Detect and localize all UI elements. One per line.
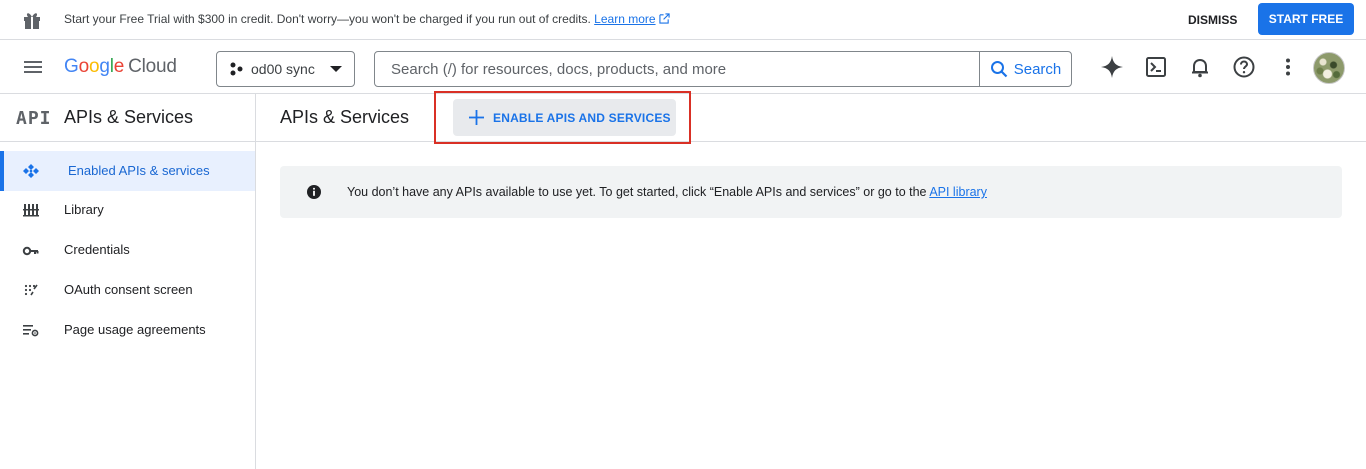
notifications-bell-icon[interactable]: [1188, 55, 1212, 79]
enable-apis-label: ENABLE APIS AND SERVICES: [493, 111, 671, 125]
page-title: APIs & Services: [280, 107, 410, 127]
menu-icon[interactable]: [22, 57, 44, 77]
enabled-apis-icon: [23, 164, 39, 178]
sidebar-item-library[interactable]: Library: [0, 190, 255, 230]
chevron-down-icon: [330, 66, 342, 72]
info-banner: You don’t have any APIs available to use…: [280, 166, 1342, 218]
gemini-sparkle-icon[interactable]: [1100, 55, 1124, 79]
sidebar-item-enabled-apis[interactable]: Enabled APIs & services: [0, 151, 255, 191]
search-button-label: Search: [1013, 60, 1062, 78]
info-icon: [307, 185, 321, 199]
sidebar-item-oauth-consent[interactable]: OAuth consent screen: [0, 270, 255, 310]
sidebar-header: API APIs & Services: [0, 94, 255, 142]
sidebar-item-label: Enabled APIs & services: [68, 163, 210, 178]
search-icon: [990, 61, 1008, 78]
sidebar: API APIs & Services Enabled APIs & servi…: [0, 94, 256, 469]
google-cloud-logo[interactable]: Google Cloud: [64, 56, 177, 78]
api-library-link[interactable]: API library: [929, 185, 987, 199]
key-icon: [22, 246, 39, 256]
top-header: Google Cloud od00 sync Search: [0, 41, 1366, 94]
project-icon: [230, 62, 243, 76]
more-vert-icon[interactable]: [1276, 55, 1300, 79]
search-input[interactable]: [375, 52, 979, 86]
project-name: od00 sync: [251, 61, 315, 77]
learn-more-link[interactable]: Learn more: [594, 12, 655, 26]
help-icon[interactable]: [1232, 55, 1256, 79]
settings-list-icon: [23, 325, 39, 337]
gift-icon: [24, 13, 40, 29]
promo-bar: Start your Free Trial with $300 in credi…: [0, 0, 1366, 40]
sidebar-item-label: OAuth consent screen: [64, 282, 193, 297]
sidebar-item-label: Credentials: [64, 242, 130, 257]
project-selector[interactable]: od00 sync: [216, 51, 355, 87]
external-link-icon: [658, 13, 670, 24]
sidebar-item-label: Page usage agreements: [64, 322, 206, 337]
sidebar-title: APIs & Services: [64, 107, 194, 127]
promo-message: Start your Free Trial with $300 in credi…: [64, 12, 670, 26]
oauth-icon: [24, 284, 38, 296]
search-bar: Search: [374, 51, 1072, 87]
api-logo: API: [16, 108, 52, 129]
main-header: APIs & Services: [256, 94, 1366, 142]
info-text: You don’t have any APIs available to use…: [347, 185, 987, 199]
library-icon: [23, 204, 39, 217]
sidebar-item-credentials[interactable]: Credentials: [0, 230, 255, 270]
sidebar-item-page-usage[interactable]: Page usage agreements: [0, 310, 255, 350]
sidebar-item-label: Library: [64, 202, 104, 217]
dismiss-button[interactable]: DISMISS: [1176, 8, 1249, 32]
plus-icon: [469, 110, 484, 125]
search-button[interactable]: Search: [979, 52, 1071, 86]
enable-apis-button[interactable]: ENABLE APIS AND SERVICES: [453, 99, 676, 136]
start-free-button[interactable]: START FREE: [1258, 3, 1354, 35]
avatar[interactable]: [1313, 52, 1345, 84]
cloud-shell-icon[interactable]: [1144, 55, 1168, 79]
